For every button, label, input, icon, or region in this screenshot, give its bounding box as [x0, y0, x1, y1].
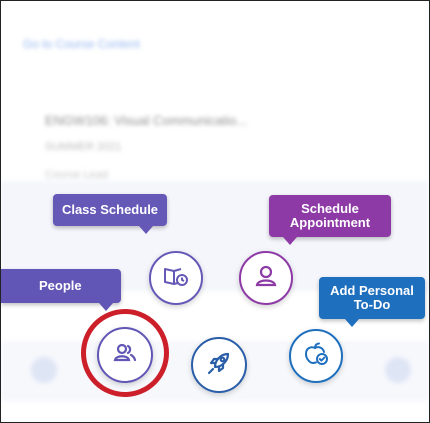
schedule-appointment-tooltip: Schedule Appointment [269, 195, 391, 245]
people-tooltip: People [1, 269, 121, 311]
class-schedule-tooltip: Class Schedule [53, 194, 167, 234]
schedule-appointment-label: Schedule Appointment [289, 201, 371, 230]
launch-button[interactable] [191, 337, 247, 393]
add-personal-todo-button[interactable] [289, 329, 343, 383]
rocket-icon [205, 349, 233, 382]
add-personal-todo-label: Add Personal To-Do [330, 283, 414, 312]
add-personal-todo-tooltip: Add Personal To-Do [319, 277, 425, 327]
person-icon [253, 263, 279, 294]
book-clock-icon [162, 262, 190, 295]
app-frame: Go to Course Content ENGW106: Visual Com… [0, 0, 430, 423]
people-highlight-ring [81, 309, 169, 397]
people-label: People [39, 278, 82, 293]
schedule-appointment-button[interactable] [239, 251, 293, 305]
apple-check-icon [302, 340, 330, 373]
class-schedule-button[interactable] [149, 251, 203, 305]
class-schedule-label: Class Schedule [61, 202, 159, 217]
